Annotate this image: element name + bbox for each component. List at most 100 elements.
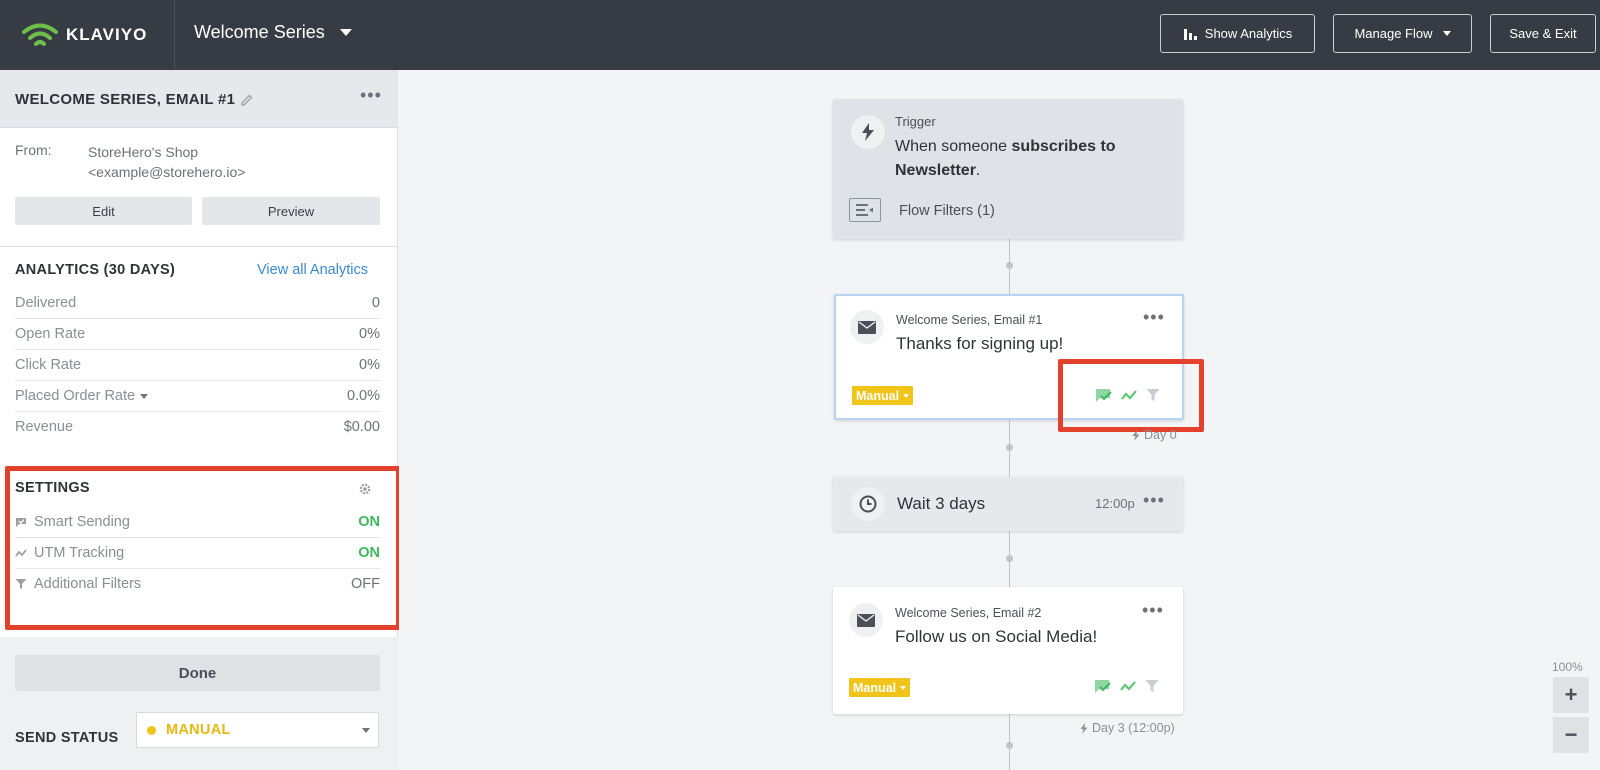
- topbar-divider: [174, 0, 175, 70]
- setting-row-additional-filters[interactable]: Additional Filters OFF: [15, 569, 380, 600]
- manage-flow-label: Manage Flow: [1354, 26, 1433, 41]
- setting-value: OFF: [351, 576, 380, 592]
- analytics-label-dropdown[interactable]: Placed Order Rate: [15, 388, 149, 404]
- show-analytics-button[interactable]: Show Analytics: [1160, 14, 1315, 53]
- trigger-label: Trigger: [895, 114, 936, 129]
- edit-button[interactable]: Edit: [15, 197, 192, 225]
- from-name: StoreHero's Shop: [88, 144, 199, 160]
- wait-card[interactable]: Wait 3 days 12:00p •••: [833, 477, 1183, 531]
- analytics-row-click-rate: Click Rate 0%: [15, 350, 380, 381]
- chevron-down-icon: [1442, 31, 1451, 36]
- wait-time: 12:00p: [1095, 496, 1135, 511]
- top-bar: KLAVIYO Welcome Series Show Analytics Ma…: [0, 0, 1600, 70]
- setting-label: Additional Filters: [15, 576, 141, 592]
- analytics-value: 0: [371, 295, 380, 311]
- from-value: StoreHero's Shop <example@storehero.io>: [88, 142, 245, 182]
- logo-text: KLAVIYO: [66, 25, 148, 44]
- send-status-value: MANUAL: [166, 722, 231, 738]
- view-all-analytics-link[interactable]: View all Analytics: [257, 262, 368, 278]
- trigger-text-prefix: When someone: [895, 138, 1008, 155]
- envelope-icon: [849, 603, 883, 637]
- filter-icon: [15, 579, 27, 589]
- wifi-logo-icon: [22, 23, 58, 46]
- manual-status-badge[interactable]: Manual: [852, 386, 914, 405]
- email-card-2[interactable]: Welcome Series, Email #2 Follow us on So…: [833, 587, 1183, 714]
- lightning-icon: [851, 115, 885, 149]
- save-exit-button[interactable]: Save & Exit: [1490, 14, 1596, 53]
- more-options-icon[interactable]: •••: [1143, 491, 1165, 509]
- preview-button[interactable]: Preview: [202, 197, 380, 225]
- trigger-text-suffix: .: [975, 162, 981, 179]
- flow-name-dropdown[interactable]: Welcome Series: [194, 22, 352, 43]
- analytics-value: 0%: [359, 326, 380, 342]
- smart-sending-icon: [16, 517, 26, 527]
- badge-label: Manual: [856, 388, 900, 403]
- analytics-value: 0%: [359, 357, 380, 373]
- panel-title-text: WELCOME SERIES, EMAIL #1: [15, 91, 236, 108]
- panel-header: WELCOME SERIES, EMAIL #1 •••: [0, 70, 398, 128]
- gear-icon[interactable]: [358, 482, 372, 496]
- analytics-label: Click Rate: [15, 357, 82, 373]
- done-button[interactable]: Done: [15, 655, 380, 691]
- settings-title: SETTINGS: [15, 480, 90, 496]
- flow-filters-link[interactable]: Flow Filters (1): [899, 203, 995, 219]
- envelope-icon: [850, 310, 884, 344]
- zoom-in-button[interactable]: +: [1553, 677, 1589, 713]
- more-options-icon[interactable]: •••: [1143, 308, 1165, 326]
- send-status-select[interactable]: MANUAL: [136, 712, 379, 748]
- chevron-down-icon: [339, 29, 352, 36]
- filter-icon: [1145, 680, 1159, 692]
- zoom-out-button[interactable]: −: [1553, 717, 1589, 753]
- chevron-down-icon: [903, 393, 910, 398]
- analytics-label: Revenue: [15, 419, 74, 435]
- smart-sending-icon: [1095, 680, 1111, 693]
- setting-label: UTM Tracking: [15, 545, 124, 561]
- analytics-row-revenue: Revenue $0.00: [15, 412, 380, 443]
- more-options-icon[interactable]: •••: [360, 86, 382, 104]
- day-label-text: Day 3 (12:00p): [1092, 721, 1175, 735]
- lightning-small-icon: [1080, 722, 1088, 734]
- email-title: Thanks for signing up!: [896, 334, 1064, 353]
- setting-row-smart-sending[interactable]: Smart Sending ON: [15, 507, 380, 538]
- more-options-icon[interactable]: •••: [1142, 601, 1164, 619]
- klaviyo-logo[interactable]: KLAVIYO: [20, 20, 147, 50]
- setting-row-utm-tracking[interactable]: UTM Tracking ON: [15, 538, 380, 569]
- analytics-row-open-rate: Open Rate 0%: [15, 319, 380, 350]
- utm-tracking-icon: [15, 549, 27, 557]
- divider: [0, 246, 398, 247]
- setting-value: ON: [358, 514, 380, 530]
- email-subtitle: Welcome Series, Email #1: [896, 313, 1043, 327]
- bar-chart-icon: [1183, 28, 1197, 40]
- icons-highlight-box: [1058, 359, 1204, 432]
- chevron-down-icon: [900, 685, 907, 690]
- connector-dot: [1006, 555, 1013, 562]
- pencil-icon[interactable]: [241, 94, 253, 106]
- trigger-description: When someone subscribes to Newsletter.: [895, 135, 1155, 183]
- setting-label: Smart Sending: [15, 514, 130, 530]
- send-status-label: SEND STATUS: [15, 730, 119, 746]
- email-subtitle: Welcome Series, Email #2: [895, 606, 1042, 620]
- analytics-label: Open Rate: [15, 326, 86, 342]
- setting-label-text: Additional Filters: [34, 576, 142, 592]
- analytics-row-placed-order-rate[interactable]: Placed Order Rate 0.0%: [15, 381, 380, 412]
- analytics-label: Placed Order Rate: [15, 388, 136, 404]
- setting-label-text: Smart Sending: [34, 514, 130, 530]
- setting-label-text: UTM Tracking: [34, 545, 125, 561]
- analytics-label: Delivered: [15, 295, 77, 311]
- chevron-down-icon: [362, 728, 370, 733]
- from-email: <example@storehero.io>: [88, 164, 246, 180]
- email-detail-panel: WELCOME SERIES, EMAIL #1 ••• From: Store…: [0, 70, 401, 770]
- chevron-down-icon: [140, 393, 149, 399]
- flow-filters-icon[interactable]: [849, 198, 881, 222]
- connector-dot: [1006, 444, 1013, 451]
- connector-dot: [1006, 742, 1013, 749]
- day-label: Day 0: [1132, 428, 1177, 442]
- trigger-card[interactable]: Trigger When someone subscribes to Newsl…: [833, 99, 1183, 239]
- zoom-level: 100%: [1552, 660, 1583, 674]
- manual-status-badge[interactable]: Manual: [849, 678, 911, 697]
- lightning-small-icon: [1132, 429, 1140, 441]
- save-exit-label: Save & Exit: [1509, 26, 1577, 41]
- connector-dot: [1006, 262, 1013, 269]
- manage-flow-button[interactable]: Manage Flow: [1333, 14, 1472, 53]
- analytics-value: $0.00: [343, 419, 380, 435]
